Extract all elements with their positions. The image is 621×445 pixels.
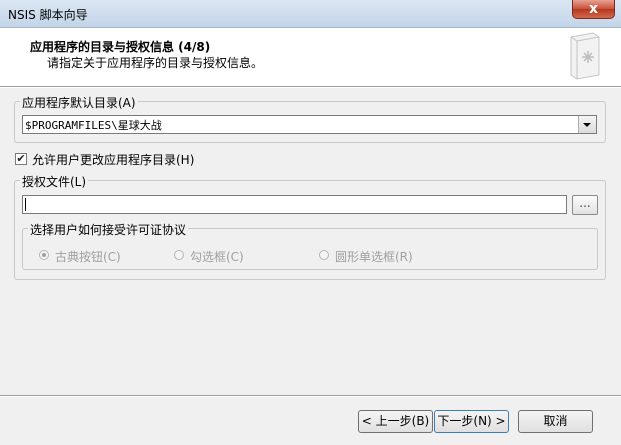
default-dir-value: $PROGRAMFILES\星球大战 <box>25 119 162 132</box>
allow-change-checkbox[interactable]: ✔ <box>15 153 27 165</box>
text-caret <box>25 198 26 211</box>
page-title: 应用程序的目录与授权信息 (4/8) <box>30 40 211 54</box>
radio-radiobutton-option[interactable] <box>319 250 329 260</box>
license-file-input[interactable] <box>22 195 567 214</box>
back-button[interactable]: < 上一步(B) <box>358 410 433 433</box>
radio-classic-button[interactable] <box>39 250 49 260</box>
allow-change-label[interactable]: 允许用户更改应用程序目录(H) <box>32 151 194 168</box>
radio-checkbox-label[interactable]: 勾选框(C) <box>190 248 244 265</box>
radio-radiobutton-label[interactable]: 圆形单选框(R) <box>335 248 413 265</box>
accept-method-label: 选择用户如何接受许可证协议 <box>28 221 189 238</box>
check-icon: ✔ <box>16 152 26 165</box>
license-label: 授权文件(L) <box>20 173 89 190</box>
next-button[interactable]: 下一步(N) > <box>434 410 509 433</box>
default-dir-label: 应用程序默认目录(A) <box>20 94 138 111</box>
close-icon: x <box>588 1 599 17</box>
title-bar <box>0 0 621 28</box>
header-separator <box>0 86 621 88</box>
radio-classic-label[interactable]: 古典按钮(C) <box>55 248 121 265</box>
radio-selected-dot-icon <box>42 253 46 257</box>
close-button[interactable]: x <box>572 0 615 19</box>
footer-separator <box>0 395 621 397</box>
browse-button[interactable]: ... <box>572 195 598 215</box>
radio-checkbox-option[interactable] <box>174 250 184 260</box>
page-subtitle: 请指定关于应用程序的目录与授权信息。 <box>47 56 264 70</box>
window-title: NSIS 脚本向导 <box>8 8 88 22</box>
cancel-button[interactable]: 取消 <box>518 410 593 433</box>
installer-book-icon <box>565 31 603 81</box>
chevron-down-icon <box>583 123 591 127</box>
